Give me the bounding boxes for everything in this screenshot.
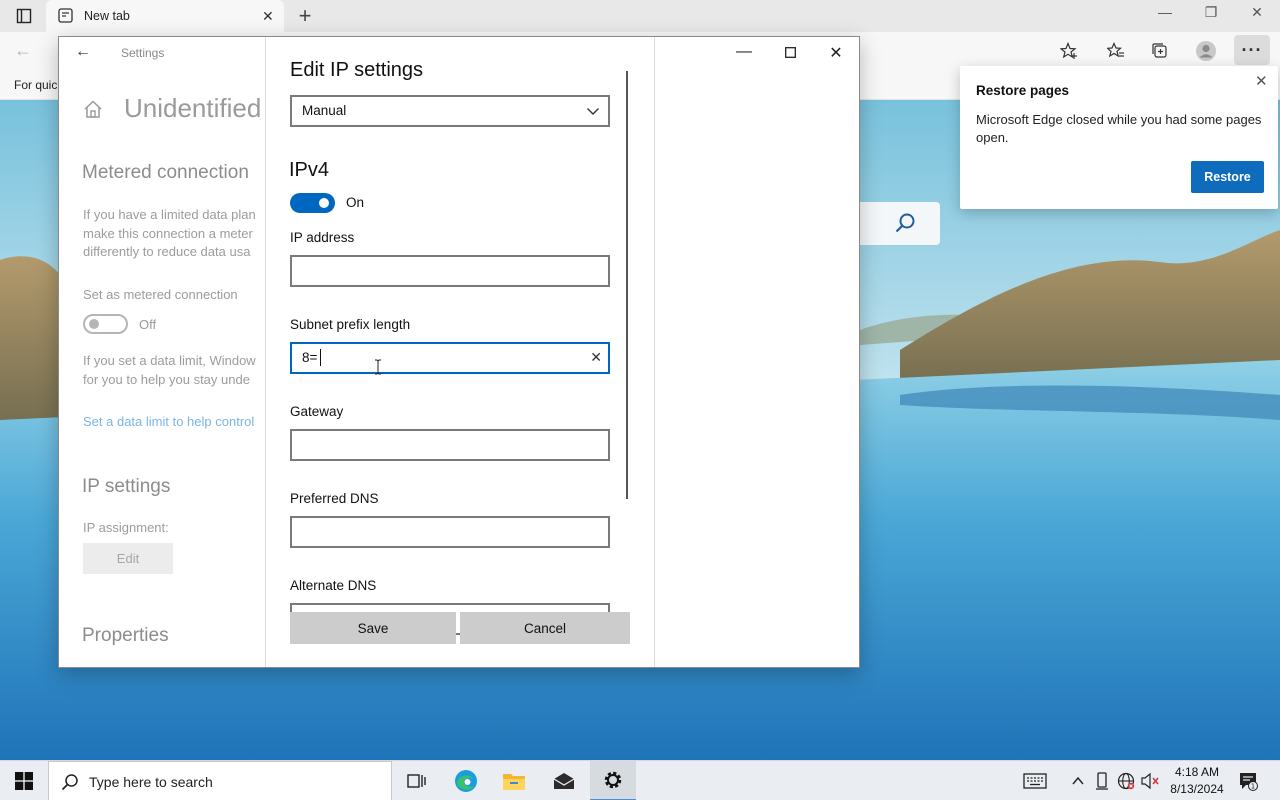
mail-icon[interactable] [541,761,587,800]
ip-assignment-label: IP assignment: [83,520,169,535]
metered-description-line: If you have a limited data plan [83,207,256,222]
add-favorite-icon[interactable] [1057,40,1081,62]
new-tab-button[interactable]: + [292,3,318,29]
windows-logo-icon [15,772,33,790]
edit-ip-button[interactable]: Edit [83,543,173,574]
start-button[interactable] [0,761,48,800]
settings-minimize-icon[interactable]: — [729,43,759,61]
profile-avatar-icon[interactable] [1194,40,1218,62]
gateway-field[interactable] [290,429,610,461]
browser-back-icon[interactable]: ← [14,40,32,61]
ibeam-cursor-icon [374,359,382,378]
restore-button[interactable]: Restore [1191,161,1264,193]
taskbar-search-placeholder: Type here to search [89,774,213,790]
page-title: Unidentified [124,93,262,123]
tab-actions-icon[interactable] [10,4,38,28]
browser-restore-icon[interactable]: ❐ [1196,4,1226,26]
browser-tab-strip: New tab ✕ + — ❐ ✕ [0,0,1280,32]
set-data-limit-link[interactable]: Set a data limit to help control [83,414,254,429]
web-search-button[interactable] [858,202,940,245]
show-hidden-icons-chevron-icon[interactable] [1068,771,1088,791]
subnet-prefix-field[interactable]: 8= ✕ [290,342,610,374]
edge-browser-icon[interactable] [443,761,489,800]
alternate-dns-label: Alternate DNS [290,578,377,593]
gateway-label: Gateway [290,404,344,419]
ipv4-heading: IPv4 [289,159,330,181]
ip-mode-dropdown[interactable]: Manual [290,95,610,127]
dialog-scrollbar[interactable] [626,71,628,499]
data-limit-description-line: for you to help you stay unde [83,371,250,387]
properties-heading: Properties [82,625,169,646]
dialog-title: Edit IP settings [290,59,424,81]
settings-maximize-icon[interactable] [775,43,805,63]
settings-gear-icon[interactable] [590,761,636,800]
taskbar-clock[interactable]: 4:18 AM 8/13/2024 [1166,764,1228,798]
metered-connection-toggle[interactable] [83,314,128,334]
new-tab-page-icon [58,8,73,26]
network-globe-icon[interactable] [1116,771,1136,791]
popup-message: Microsoft Edge closed while you had some… [976,112,1262,145]
task-view-icon[interactable] [393,761,439,800]
subnet-prefix-label: Subnet prefix length [290,317,411,332]
popup-title: Restore pages [976,83,1070,98]
notification-count: 1 [1251,783,1255,791]
taskbar-search-box[interactable]: Type here to search [48,761,392,800]
browser-minimize-icon[interactable]: — [1150,4,1180,26]
browser-close-icon[interactable]: ✕ [1242,4,1272,26]
preferred-dns-field[interactable] [290,516,610,548]
collections-icon[interactable] [1148,40,1172,62]
tab-new-tab[interactable]: New tab ✕ [46,0,284,32]
preferred-dns-label: Preferred DNS [290,491,379,506]
clear-text-icon[interactable]: ✕ [590,349,602,366]
ipv4-toggle-state: On [346,195,365,210]
metered-description-line: differently to reduce data usa [83,244,251,259]
file-explorer-icon[interactable] [491,761,537,800]
metered-connection-heading: Metered connection [82,162,249,183]
text-caret [320,349,321,366]
settings-window: ← Settings Unidentified Metered connecti… [58,36,860,668]
cancel-button[interactable]: Cancel [460,612,630,644]
volume-muted-icon[interactable] [1140,771,1160,791]
action-center-icon[interactable]: 1 [1237,771,1259,791]
favorites-icon[interactable] [1104,40,1128,62]
metered-description-line: make this connection a meter [83,225,253,241]
favorites-bar-text: For quic [14,78,58,92]
ip-address-label: IP address [290,230,355,245]
data-limit-description-line: If you set a data limit, Window [83,353,256,368]
taskbar: Type here to search 4:18 AM 8/13/2024 1 [0,760,1280,800]
tab-title: New tab [84,9,130,23]
search-icon [894,212,916,237]
settings-close-icon[interactable]: ✕ [821,43,851,63]
ip-settings-heading: IP settings [82,476,171,497]
ip-mode-value: Manual [302,103,347,118]
edit-ip-settings-dialog: Edit IP settings Manual IPv4 On IP addre… [265,37,655,667]
tab-close-icon[interactable]: ✕ [262,8,274,25]
keyboard-touch-icon[interactable] [1022,771,1048,791]
ipv4-toggle[interactable] [290,193,335,213]
clock-time: 4:18 AM [1174,765,1220,779]
settings-and-more-icon[interactable]: ··· [1234,35,1270,65]
metered-toggle-label: Set as metered connection [83,287,238,302]
settings-app-title: Settings [121,46,165,60]
chevron-down-icon [586,104,600,121]
popup-close-icon[interactable]: ✕ [1255,72,1268,90]
device-icon[interactable] [1092,771,1112,791]
clock-date: 8/13/2024 [1170,782,1224,796]
settings-back-icon[interactable]: ← [75,43,91,61]
home-icon[interactable] [83,99,103,122]
subnet-prefix-value: 8= [302,350,318,365]
metered-toggle-state: Off [139,317,157,332]
search-icon [61,773,79,794]
ip-address-field[interactable] [290,255,610,287]
save-button[interactable]: Save [290,612,456,644]
restore-pages-popup: Restore pages ✕ Microsoft Edge closed wh… [960,66,1278,209]
